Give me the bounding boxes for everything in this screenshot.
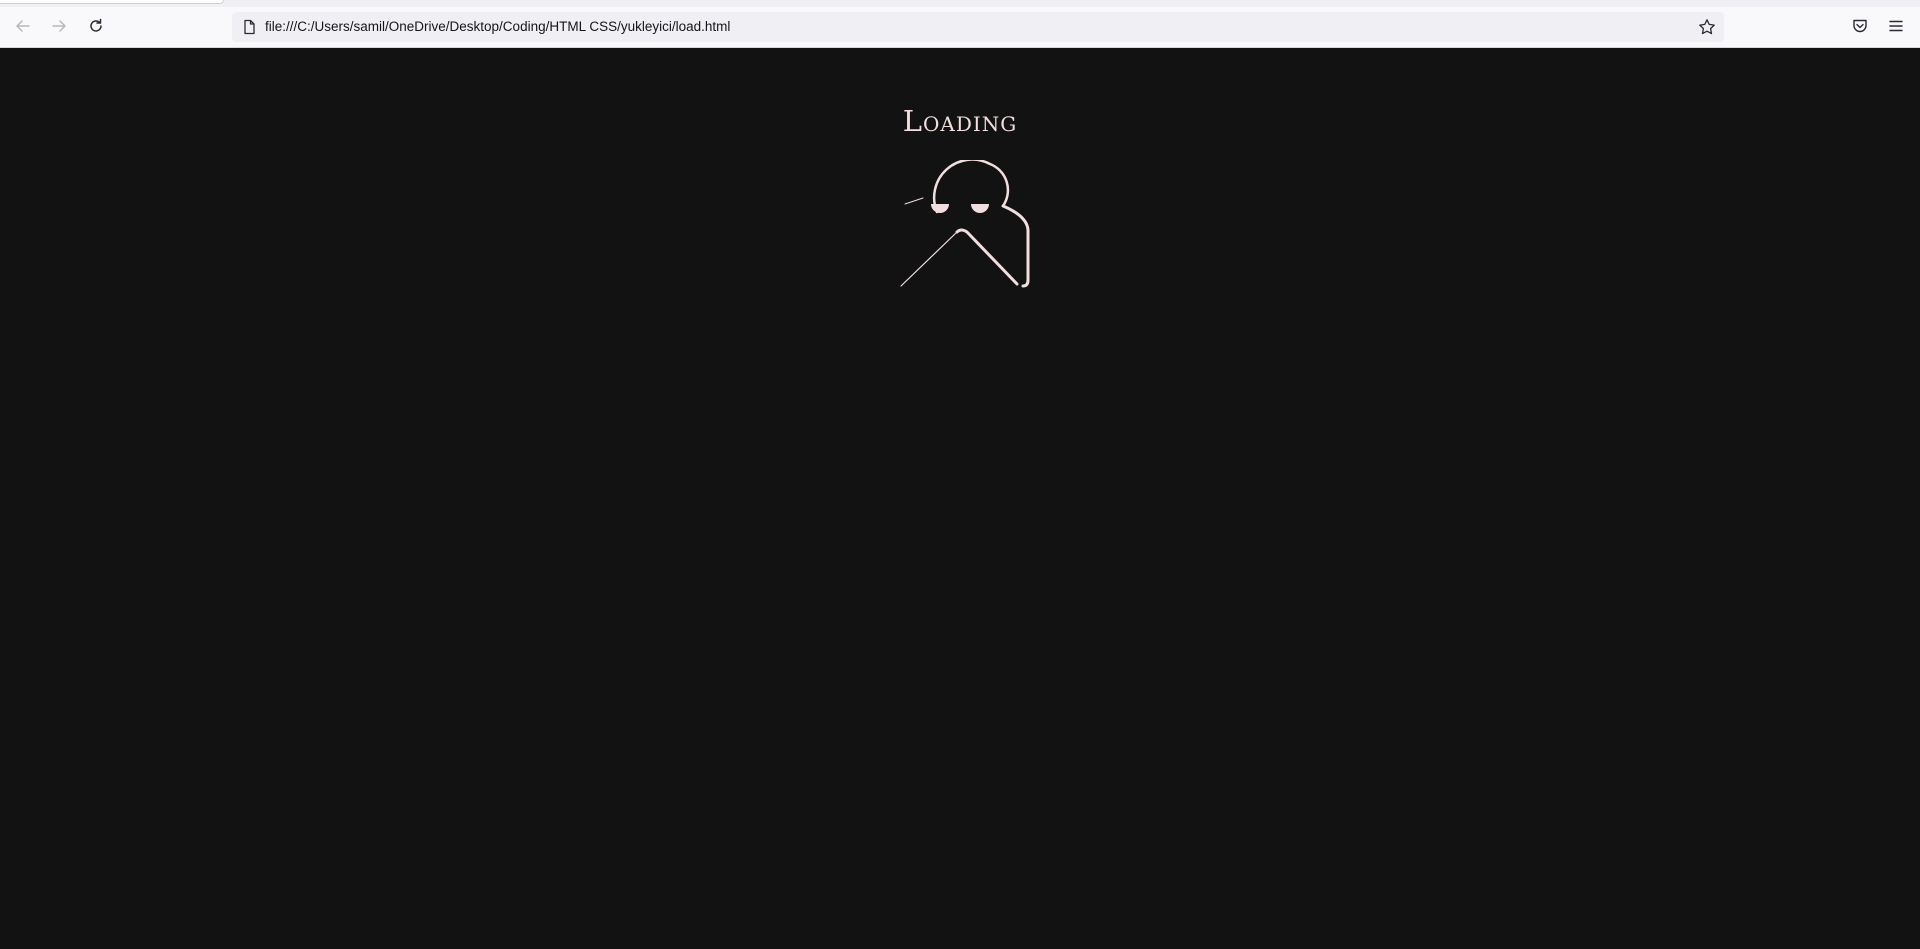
reload-icon: [90, 18, 102, 32]
url-text[interactable]: file:///C:/Users/samil/OneDrive/Desktop/…: [265, 19, 730, 34]
back-button[interactable]: [11, 14, 35, 38]
pocket-button[interactable]: [1848, 14, 1872, 38]
arrow-right-icon: [52, 20, 66, 32]
loader-figure: [900, 160, 1030, 288]
star-icon[interactable]: [1698, 18, 1716, 36]
loader-body-right: [955, 228, 1019, 286]
page-icon: [244, 19, 255, 35]
loader-eye-left: [931, 204, 949, 213]
loading-title: Loading: [902, 104, 1018, 138]
url-bar[interactable]: file:///C:/Users/samil/OneDrive/Desktop/…: [232, 12, 1724, 42]
arrow-left-icon: [16, 20, 30, 32]
browser-toolbar: file:///C:/Users/samil/OneDrive/Desktop/…: [0, 0, 1920, 48]
tab-strip: [0, 0, 1920, 7]
menu-button[interactable]: [1884, 14, 1908, 38]
loader-eye-right: [971, 204, 989, 213]
page-content: Loading: [0, 48, 1920, 949]
loader-tail-line: [904, 197, 924, 205]
hamburger-menu-icon: [1889, 20, 1903, 32]
loader-body-left: [900, 231, 958, 287]
active-tab[interactable]: [0, 0, 224, 4]
pocket-icon: [1853, 19, 1867, 33]
reload-button[interactable]: [84, 14, 108, 38]
forward-button[interactable]: [47, 14, 71, 38]
